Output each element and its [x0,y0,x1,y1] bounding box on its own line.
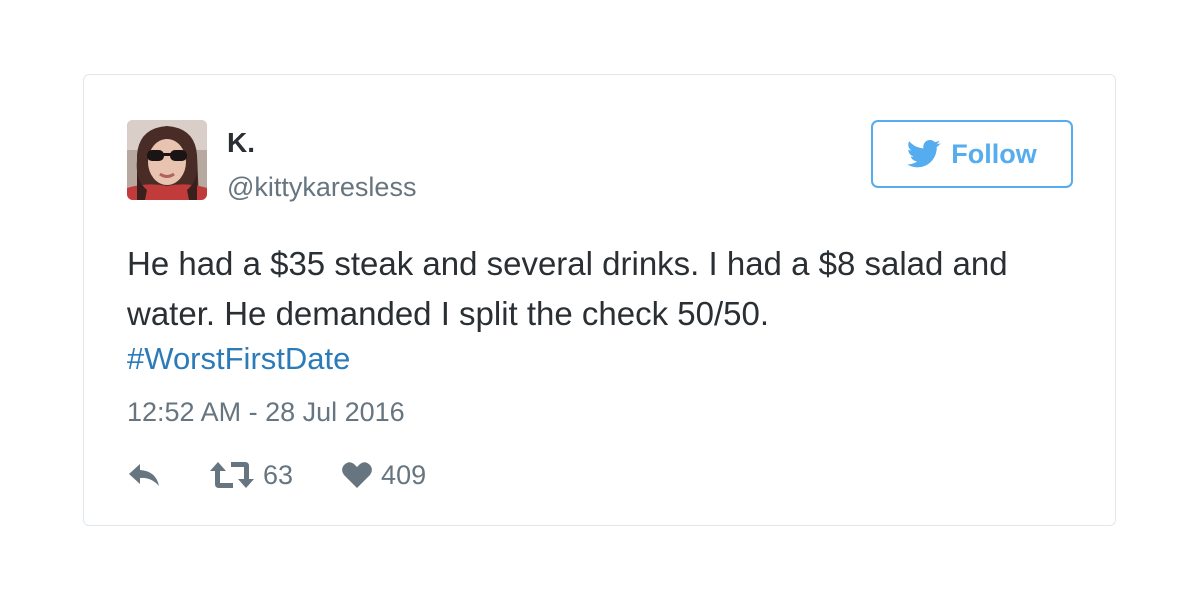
follow-label: Follow [951,138,1037,169]
tweet-card: K. @kittykaresless Follow He had a $35 s… [83,74,1116,526]
avatar-image [127,120,207,200]
follow-button[interactable]: Follow [871,120,1073,188]
display-name[interactable]: K. [227,127,255,159]
hashtag-link[interactable]: #WorstFirstDate [127,337,350,381]
heart-icon [342,462,372,488]
like-button[interactable]: 409 [341,460,426,491]
retweet-button[interactable]: 63 [209,460,293,491]
user-handle[interactable]: @kittykaresless [227,171,416,203]
retweet-icon [210,462,254,488]
tweet-timestamp[interactable]: 12:52 AM - 28 Jul 2016 [127,395,405,429]
reply-button[interactable] [127,462,161,488]
retweet-count: 63 [263,459,294,490]
reply-icon [129,464,159,486]
tweet-text: He had a $35 steak and several drinks. I… [127,245,1008,332]
like-count: 409 [381,459,427,490]
tweet-actions: 63 409 [127,453,426,497]
avatar[interactable] [127,120,207,200]
twitter-bird-icon [907,139,941,168]
